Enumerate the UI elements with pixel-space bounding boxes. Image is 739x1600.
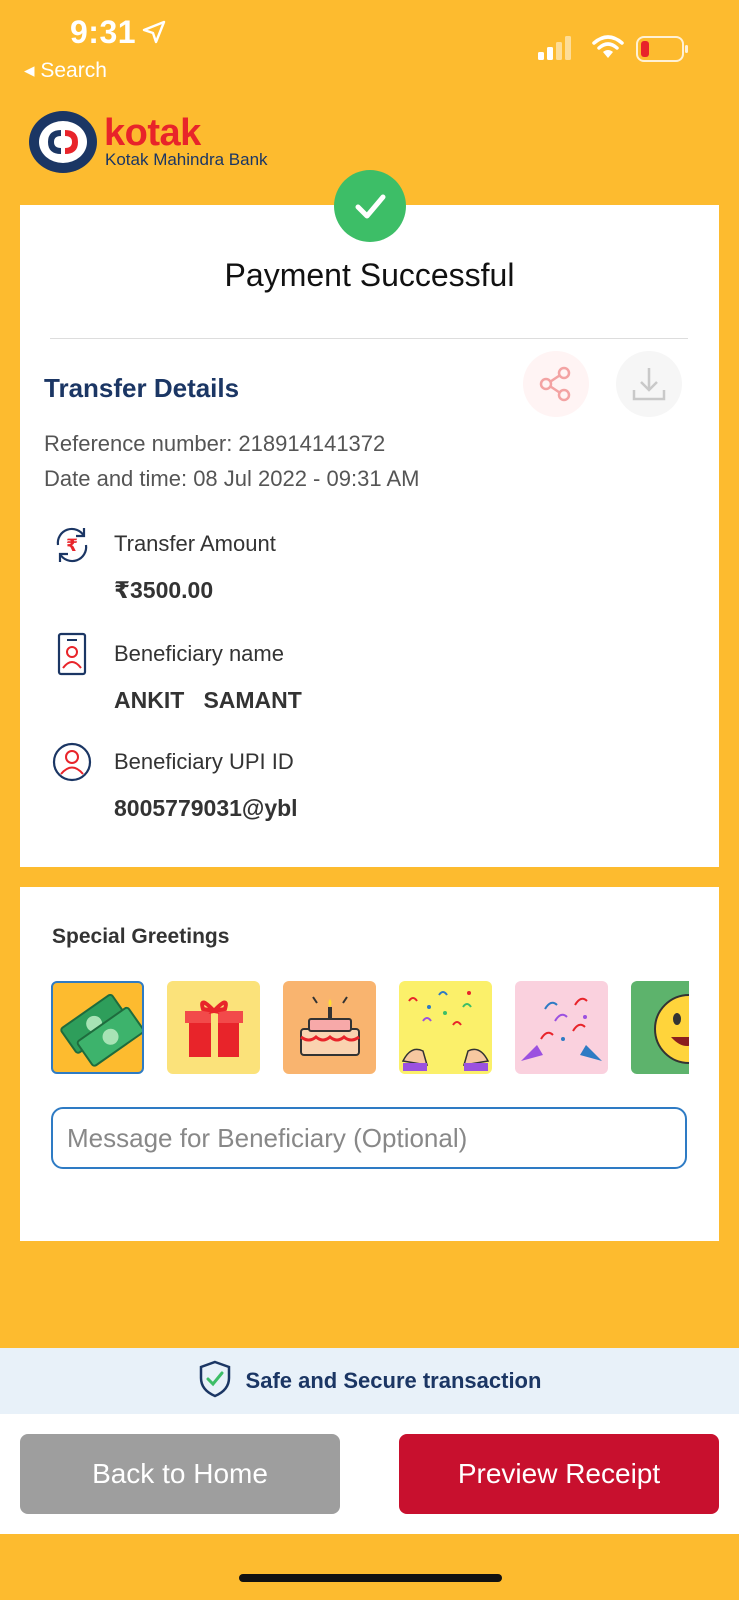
rupee-transfer-icon: ₹ [50,523,94,572]
payment-status-title: Payment Successful [224,257,515,293]
signal-icon [538,36,578,65]
greeting-tiles-row[interactable] [51,981,689,1077]
beneficiary-upi-label: Beneficiary UPI ID [114,749,294,774]
secure-transaction-banner: Safe and Secure transaction [0,1348,739,1414]
gift-icon [185,1000,243,1057]
confetti-greeting-tile[interactable] [399,981,492,1074]
smiley-greeting-tile[interactable] [631,981,689,1074]
transfer-amount-value: ₹3500.00 [114,577,214,603]
money-icon [60,993,142,1067]
reference-number: Reference number: 218914141372 [44,431,386,456]
download-button[interactable] [616,351,682,417]
date-time: Date and time: 08 Jul 2022 - 09:31 AM [44,466,420,491]
kotak-logo-mark-icon [28,110,98,179]
secure-transaction-text: Safe and Secure transaction [245,1368,542,1393]
success-check-icon [334,170,406,242]
share-icon [539,366,571,402]
location-arrow-icon [142,20,166,49]
id-card-icon [50,632,94,683]
message-for-beneficiary-input[interactable] [51,1107,687,1169]
wifi-icon [592,34,624,65]
gift-greeting-tile[interactable] [167,981,260,1074]
money-greeting-tile[interactable] [51,981,144,1074]
kotak-bank-name: Kotak Mahindra Bank [105,150,268,169]
share-button[interactable] [523,351,589,417]
back-to-search-link[interactable]: ◂ Search [24,58,107,83]
cake-greeting-tile[interactable] [283,981,376,1074]
status-bar: 9:31 ◂ Search [0,0,739,90]
party-popper-icon [521,997,602,1061]
battery-low-icon [636,36,690,67]
back-to-home-button[interactable]: Back to Home [20,1434,340,1514]
status-time: 9:31 [70,14,137,50]
kotak-wordmark: kotak [104,112,201,154]
transfer-details-heading: Transfer Details [44,373,240,403]
svg-text:₹: ₹ [66,536,78,556]
party-popper-greeting-tile[interactable] [515,981,608,1074]
shield-check-icon [198,1360,232,1403]
user-circle-icon [50,740,94,789]
home-indicator[interactable] [239,1574,502,1582]
beneficiary-upi-value: 8005779031@ybl [114,795,298,821]
beneficiary-name-value: ANKIT SAMANT [114,687,302,713]
special-greetings-heading: Special Greetings [52,925,230,948]
confetti-icon [401,991,490,1071]
special-greetings-card: Special Greetings [20,887,719,1241]
divider [50,338,688,339]
download-icon [632,368,666,401]
transfer-amount-label: Transfer Amount [114,531,276,556]
smiley-icon [654,994,689,1064]
cake-icon [300,996,360,1056]
transfer-details-card: Payment Successful Transfer Details Refe… [20,205,719,867]
kotak-logo: kotak Kotak Mahindra Bank [28,108,288,174]
beneficiary-name-label: Beneficiary name [114,641,284,666]
preview-receipt-button[interactable]: Preview Receipt [399,1434,719,1514]
